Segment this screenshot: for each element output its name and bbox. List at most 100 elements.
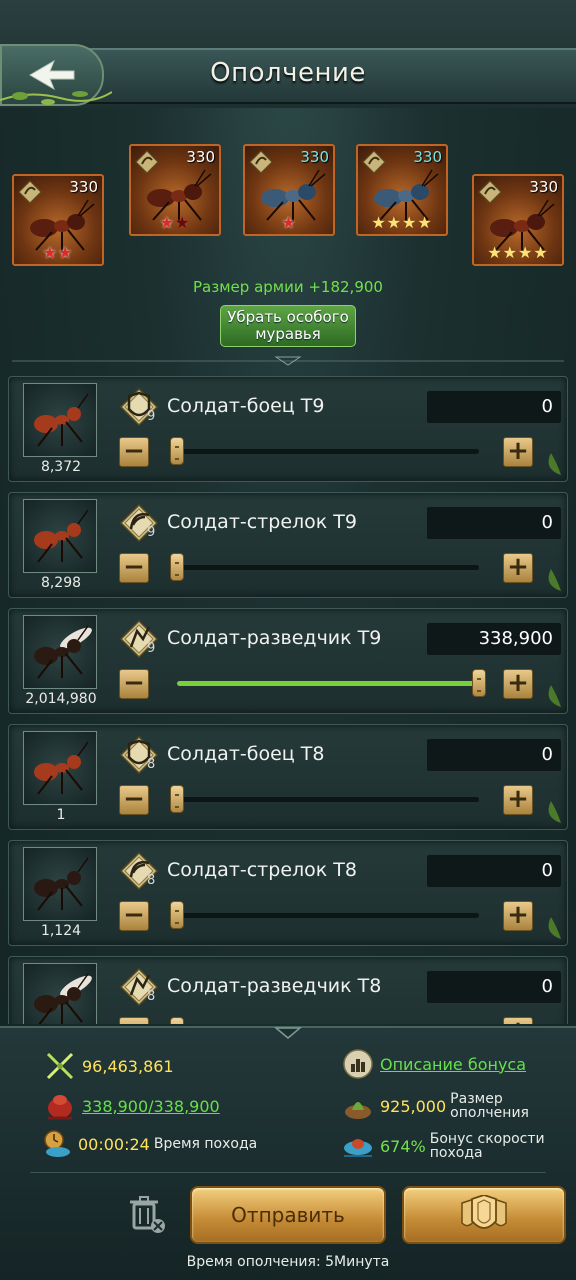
troop-ant-icon: [34, 973, 92, 1024]
troop-available-count: 1: [56, 807, 66, 823]
troop-tier: 9: [147, 409, 156, 424]
troop-row: 2,014,980 9 Солдат-разведчик T9 338,900 …: [8, 608, 568, 714]
slider-handle[interactable]: [170, 437, 184, 465]
troop-quantity-input[interactable]: 0: [427, 855, 561, 887]
panel-notch-icon: [274, 1027, 302, 1039]
decrease-button[interactable]: −: [119, 669, 149, 699]
troop-portrait: [23, 847, 97, 921]
leaf-decoration-icon: [548, 917, 561, 939]
troop-ant-icon: [34, 393, 89, 447]
ant-stars: ★★★★: [358, 213, 446, 232]
special-ant-card[interactable]: 330 ★★★★: [472, 174, 564, 266]
increase-button[interactable]: +: [503, 901, 533, 931]
rank-star-icon: ★: [402, 213, 418, 232]
quantity-slider[interactable]: [170, 901, 479, 929]
troop-quantity-input[interactable]: 338,900: [427, 623, 561, 655]
bonus-description[interactable]: Описание бонуса: [342, 1048, 526, 1080]
speed-bonus-label: Бонус скорости похода: [430, 1132, 545, 1160]
rank-star-icon: ★: [417, 213, 433, 232]
troop-row: 8,372 9 Солдат-боец T9 0 − +: [8, 376, 568, 482]
troop-tier: 8: [147, 757, 156, 772]
militia-size-label-2: ополчения: [450, 1105, 529, 1121]
slider-handle[interactable]: [170, 1017, 184, 1024]
rank-star-icon: ★: [175, 213, 191, 232]
slider-handle[interactable]: [170, 553, 184, 581]
decrease-button[interactable]: −: [119, 437, 149, 467]
troop-row: 8 Солдат-разведчик T8 0 − +: [8, 956, 568, 1024]
special-ant-card[interactable]: 330 ★★: [129, 144, 221, 236]
troop-quantity-input[interactable]: 0: [427, 739, 561, 771]
rank-star-icon: ★: [518, 243, 534, 262]
troop-tier: 9: [147, 525, 156, 540]
ant-level: 330: [300, 148, 329, 166]
increase-button[interactable]: +: [503, 437, 533, 467]
increase-button[interactable]: +: [503, 669, 533, 699]
power-stat: 96,463,861: [44, 1050, 174, 1082]
increase-button[interactable]: +: [503, 1017, 533, 1024]
remove-button-line2: муравья: [255, 325, 321, 343]
troop-available-count: 8,372: [40, 459, 82, 475]
militia-size-label-1: Размер: [450, 1091, 503, 1107]
troop-tier: 8: [147, 989, 156, 1004]
send-button[interactable]: Отправить: [190, 1186, 386, 1244]
decrease-button[interactable]: −: [119, 901, 149, 931]
militia-size-label: Размер ополчения: [450, 1092, 529, 1120]
troop-quantity-input[interactable]: 0: [427, 971, 561, 1003]
troop-quantity-input[interactable]: 0: [427, 507, 561, 539]
troop-quantity-input[interactable]: 0: [427, 391, 561, 423]
quantity-slider[interactable]: [177, 669, 486, 697]
troop-ant-icon: [34, 509, 89, 563]
troops-stat: 338,900/338,900: [44, 1090, 220, 1122]
march-clock-icon: [44, 1130, 70, 1157]
ant-level: 330: [186, 148, 215, 166]
troop-row: 1 8 Солдат-боец T8 0 − +: [8, 724, 568, 830]
troop-name: Солдат-разведчик T9: [167, 627, 382, 649]
increase-button[interactable]: +: [503, 785, 533, 815]
rank-star-icon: ★: [42, 243, 58, 262]
decrease-button[interactable]: −: [119, 785, 149, 815]
march-time-stat: 00:00:24 Время похода: [40, 1128, 257, 1160]
trash-icon[interactable]: [122, 1190, 170, 1238]
troop-list[interactable]: 8,372 9 Солдат-боец T9 0 − + 8,298 9 Сол…: [0, 372, 576, 1024]
troop-portrait: [23, 731, 97, 805]
speed-bonus-stat: 674% Бонус скорости похода: [342, 1130, 545, 1162]
special-ant-card[interactable]: 330 ★★: [12, 174, 104, 266]
quantity-slider[interactable]: [170, 553, 479, 581]
ant-stars: ★★★★: [474, 243, 562, 262]
troop-ant-icon: [34, 857, 89, 911]
ant-level: 330: [529, 178, 558, 196]
slider-handle[interactable]: [170, 785, 184, 813]
troop-name: Солдат-стрелок T9: [167, 511, 357, 533]
militia-size-value: 925,000: [380, 1096, 447, 1116]
rank-star-icon: ★: [386, 213, 402, 232]
march-speed-icon: [344, 1139, 372, 1157]
increase-button[interactable]: +: [503, 553, 533, 583]
bonus-description-link[interactable]: Описание бонуса: [380, 1055, 526, 1074]
leaf-decoration-icon: [548, 801, 561, 823]
page-title: Ополчение: [210, 58, 366, 88]
decrease-button[interactable]: −: [119, 1017, 149, 1024]
mushroom-icon: [345, 1102, 371, 1119]
troops-selected-value[interactable]: 338,900/338,900: [82, 1097, 220, 1116]
special-ant-card[interactable]: 330 ★: [243, 144, 335, 236]
troop-name: Солдат-разведчик T8: [167, 975, 382, 997]
vine-decoration: [0, 91, 112, 105]
muster-time-text: Время ополчения: 5Минута: [186, 1254, 390, 1270]
rank-star-icon: ★: [371, 213, 387, 232]
slider-handle[interactable]: [472, 669, 486, 697]
slider-handle[interactable]: [170, 901, 184, 929]
section-divider: [12, 356, 564, 366]
troop-name: Солдат-боец T8: [167, 743, 325, 765]
quantity-slider[interactable]: [170, 785, 479, 813]
quantity-slider[interactable]: [170, 437, 479, 465]
troop-available-count: 2,014,980: [25, 691, 97, 707]
ant-level: 330: [69, 178, 98, 196]
troop-available-count: 8,298: [40, 575, 82, 591]
remove-special-ant-button[interactable]: Убрать особого муравья: [220, 305, 356, 347]
speed-bonus-label-2: похода: [429, 1145, 483, 1161]
rank-star-icon: ★: [533, 243, 549, 262]
preset-shield-button[interactable]: [402, 1186, 566, 1244]
ant-stars: ★★: [14, 243, 102, 262]
special-ant-card[interactable]: 330 ★★★★: [356, 144, 448, 236]
decrease-button[interactable]: −: [119, 553, 149, 583]
